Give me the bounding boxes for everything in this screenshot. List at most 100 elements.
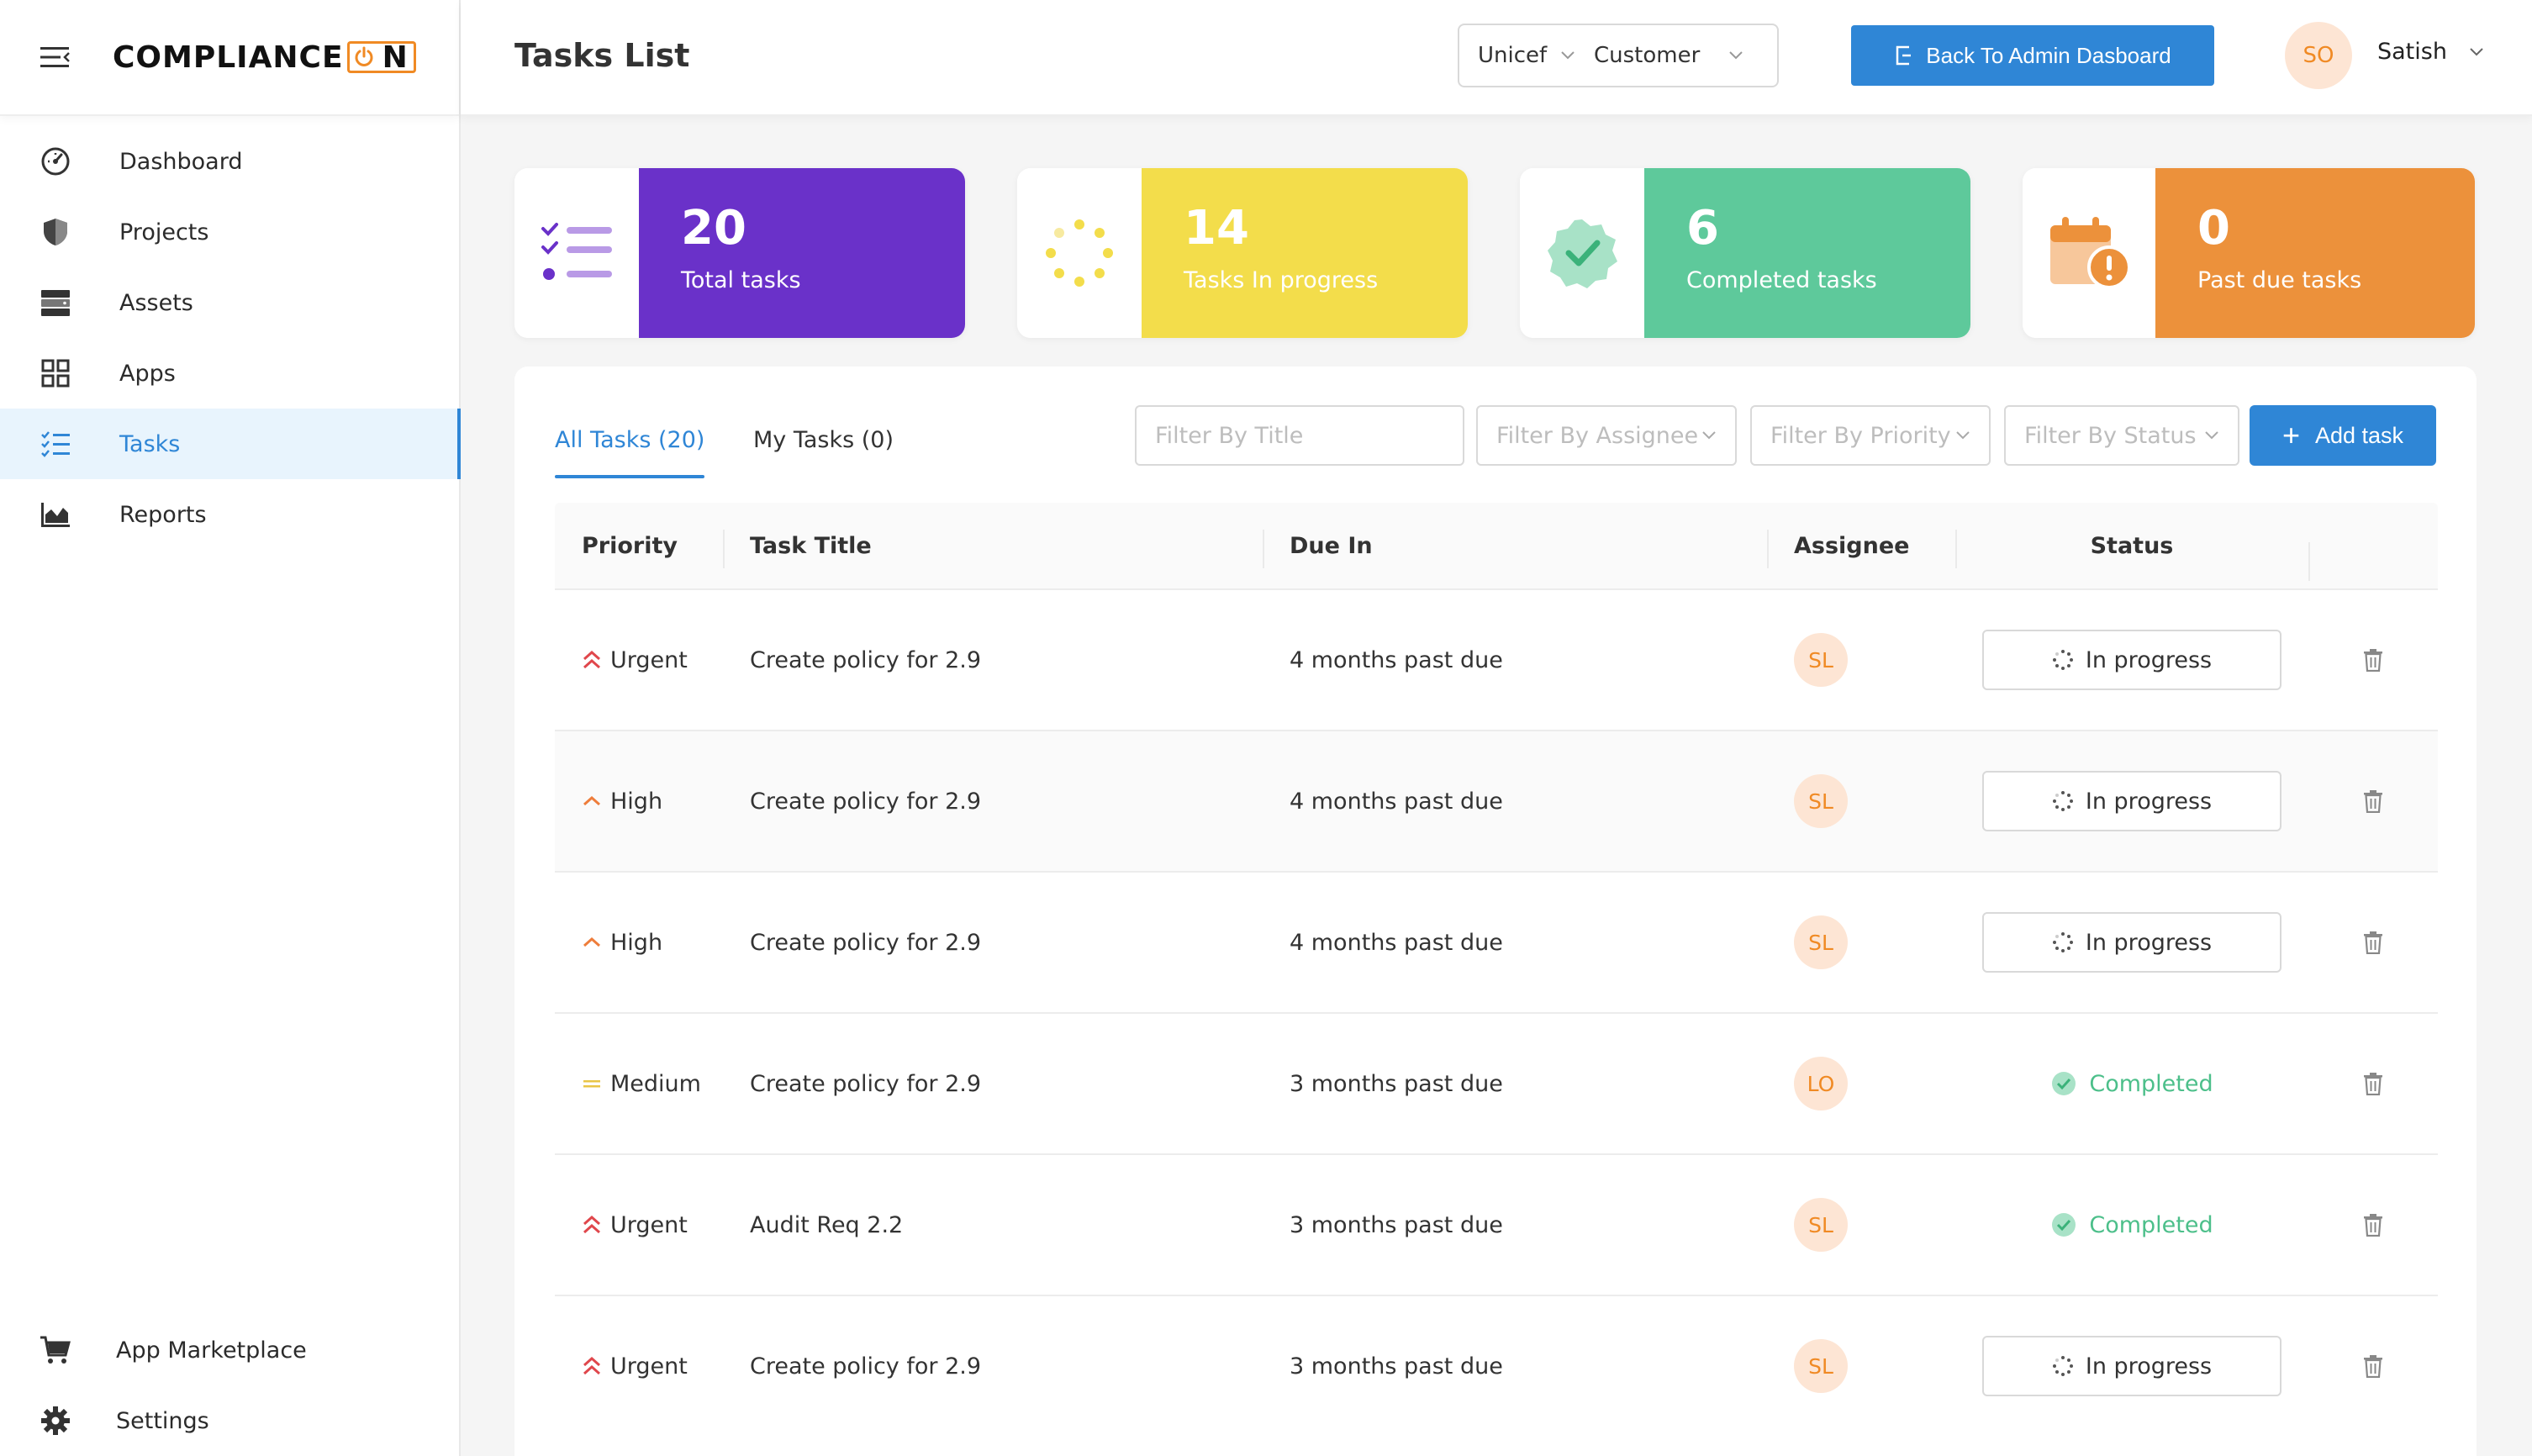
sidebar-item-settings[interactable]: Settings: [0, 1385, 459, 1456]
due-in-cell: 4 months past due: [1290, 646, 1503, 673]
task-title-cell[interactable]: Create policy for 2.9: [723, 789, 1263, 815]
avatar[interactable]: SL: [1794, 633, 1848, 687]
back-to-admin-button[interactable]: Back To Admin Dasboard: [1851, 25, 2214, 86]
actions-cell: [2308, 648, 2438, 672]
filter-by-status-select[interactable]: Filter By Status: [2004, 405, 2239, 466]
avatar[interactable]: SL: [1794, 1339, 1848, 1393]
status-completed[interactable]: Completed: [1982, 1211, 2281, 1238]
role-select[interactable]: Customer: [1594, 43, 1743, 68]
sidebar-item-projects[interactable]: Projects: [0, 197, 459, 267]
priority-cell: Urgent: [555, 647, 723, 673]
menu-collapse-icon[interactable]: [40, 42, 71, 72]
organization-value: Unicef: [1478, 43, 1548, 68]
spinner-icon: [1017, 168, 1142, 338]
table-row[interactable]: Medium Create policy for 2.9 3 months pa…: [555, 1012, 2438, 1153]
status-button[interactable]: In progress: [1982, 771, 2281, 831]
column-header-assignee[interactable]: Assignee: [1767, 529, 1955, 568]
table-row[interactable]: High Create policy for 2.9 4 months past…: [555, 730, 2438, 871]
column-header-status[interactable]: Status: [1955, 529, 2308, 568]
chevron-down-icon: [1955, 430, 1970, 440]
status-cell: Completed: [1955, 1211, 2308, 1238]
avatar[interactable]: LO: [1794, 1057, 1848, 1110]
filter-by-title-input[interactable]: [1155, 422, 1444, 449]
priority-cell: High: [555, 789, 723, 815]
power-icon: [346, 41, 379, 73]
stat-card-completed: 6 Completed tasks: [1520, 168, 1970, 338]
status-completed[interactable]: Completed: [1982, 1070, 2281, 1097]
stat-value: 0: [2197, 201, 2230, 256]
avatar[interactable]: SL: [1794, 1198, 1848, 1252]
cart-icon: [39, 1333, 72, 1367]
delete-icon[interactable]: [2363, 1213, 2383, 1237]
high-priority-icon: [582, 931, 605, 953]
verified-badge-icon: [1520, 168, 1644, 338]
user-menu[interactable]: Satish: [2377, 39, 2484, 65]
top-header: Tasks List Unicef Customer Back To Admin…: [461, 0, 2532, 116]
spinner-icon: [2052, 1355, 2074, 1377]
table-row[interactable]: Urgent Create policy for 2.9 4 months pa…: [555, 588, 2438, 730]
add-task-button[interactable]: + Add task: [2250, 405, 2436, 466]
task-title-cell[interactable]: Create policy for 2.9: [723, 1353, 1263, 1380]
checklist-icon: [514, 168, 639, 338]
delete-icon[interactable]: [2363, 648, 2383, 672]
actions-cell: [2308, 1072, 2438, 1095]
filter-by-priority-select[interactable]: Filter By Priority: [1750, 405, 1991, 466]
logo-text: COMPLIANCE: [113, 40, 344, 75]
priority-cell: High: [555, 930, 723, 956]
avatar[interactable]: SL: [1794, 774, 1848, 828]
sidebar-item-dashboard[interactable]: Dashboard: [0, 126, 459, 197]
app-logo[interactable]: COMPLIANCE N: [113, 40, 416, 75]
filter-by-title-field[interactable]: [1135, 405, 1464, 466]
stat-value: 14: [1184, 201, 1249, 256]
spinner-icon: [2052, 931, 2074, 953]
stat-label: Tasks In progress: [1184, 267, 1379, 293]
task-title-cell[interactable]: Create policy for 2.9: [723, 930, 1263, 956]
role-value: Customer: [1594, 43, 1701, 68]
high-priority-icon: [582, 790, 605, 812]
sidebar-bottom-nav: App Marketplace Settings: [0, 1305, 459, 1456]
organization-select[interactable]: Unicef: [1459, 43, 1594, 68]
assignee-cell: SL: [1767, 633, 1955, 687]
apps-grid-icon: [39, 356, 72, 390]
status-cell: In progress: [1955, 771, 2308, 831]
task-title-cell[interactable]: Audit Req 2.2: [723, 1212, 1263, 1238]
status-button[interactable]: In progress: [1982, 1336, 2281, 1396]
actions-cell: [2308, 1213, 2438, 1237]
delete-icon[interactable]: [2363, 931, 2383, 954]
tab-all-tasks[interactable]: All Tasks (20): [555, 427, 705, 478]
delete-icon[interactable]: [2363, 1072, 2383, 1095]
chevron-down-icon: [1701, 430, 1717, 440]
table-row[interactable]: Urgent Audit Req 2.2 3 months past due S…: [555, 1153, 2438, 1295]
actions-cell: [2308, 1354, 2438, 1378]
column-header-task-title[interactable]: Task Title: [723, 529, 1263, 568]
task-title-cell[interactable]: Create policy for 2.9: [723, 647, 1263, 673]
sidebar-item-tasks[interactable]: Tasks: [0, 409, 461, 479]
priority-cell: Medium: [555, 1071, 723, 1097]
sidebar-item-label: Apps: [119, 360, 176, 387]
sidebar-item-assets[interactable]: Assets: [0, 267, 459, 338]
server-icon: [39, 286, 72, 319]
priority-label: Urgent: [610, 1353, 688, 1380]
sidebar-item-apps[interactable]: Apps: [0, 338, 459, 409]
logo-suffix: N: [378, 40, 416, 75]
sidebar-item-reports[interactable]: Reports: [0, 479, 459, 550]
status-button[interactable]: In progress: [1982, 912, 2281, 973]
stat-label: Completed tasks: [1686, 267, 1877, 293]
tab-my-tasks[interactable]: My Tasks (0): [753, 427, 894, 453]
priority-label: Urgent: [610, 646, 688, 673]
task-title-cell[interactable]: Create policy for 2.9: [723, 1071, 1263, 1097]
stat-card-past-due: 0 Past due tasks: [2023, 168, 2475, 338]
status-button[interactable]: In progress: [1982, 630, 2281, 690]
user-avatar[interactable]: SO: [2285, 22, 2352, 89]
table-row[interactable]: Urgent Create policy for 2.9 3 months pa…: [555, 1295, 2438, 1436]
stat-card-body: 6 Completed tasks: [1644, 168, 1970, 338]
sidebar-item-app-marketplace[interactable]: App Marketplace: [0, 1315, 459, 1385]
calendar-alert-icon: [2023, 168, 2155, 338]
delete-icon[interactable]: [2363, 789, 2383, 813]
delete-icon[interactable]: [2363, 1354, 2383, 1378]
avatar[interactable]: SL: [1794, 915, 1848, 969]
column-header-due-in[interactable]: Due In: [1263, 529, 1767, 568]
table-row[interactable]: High Create policy for 2.9 4 months past…: [555, 871, 2438, 1012]
column-header-priority[interactable]: Priority: [555, 533, 723, 559]
filter-by-assignee-select[interactable]: Filter By Assignee: [1476, 405, 1737, 466]
